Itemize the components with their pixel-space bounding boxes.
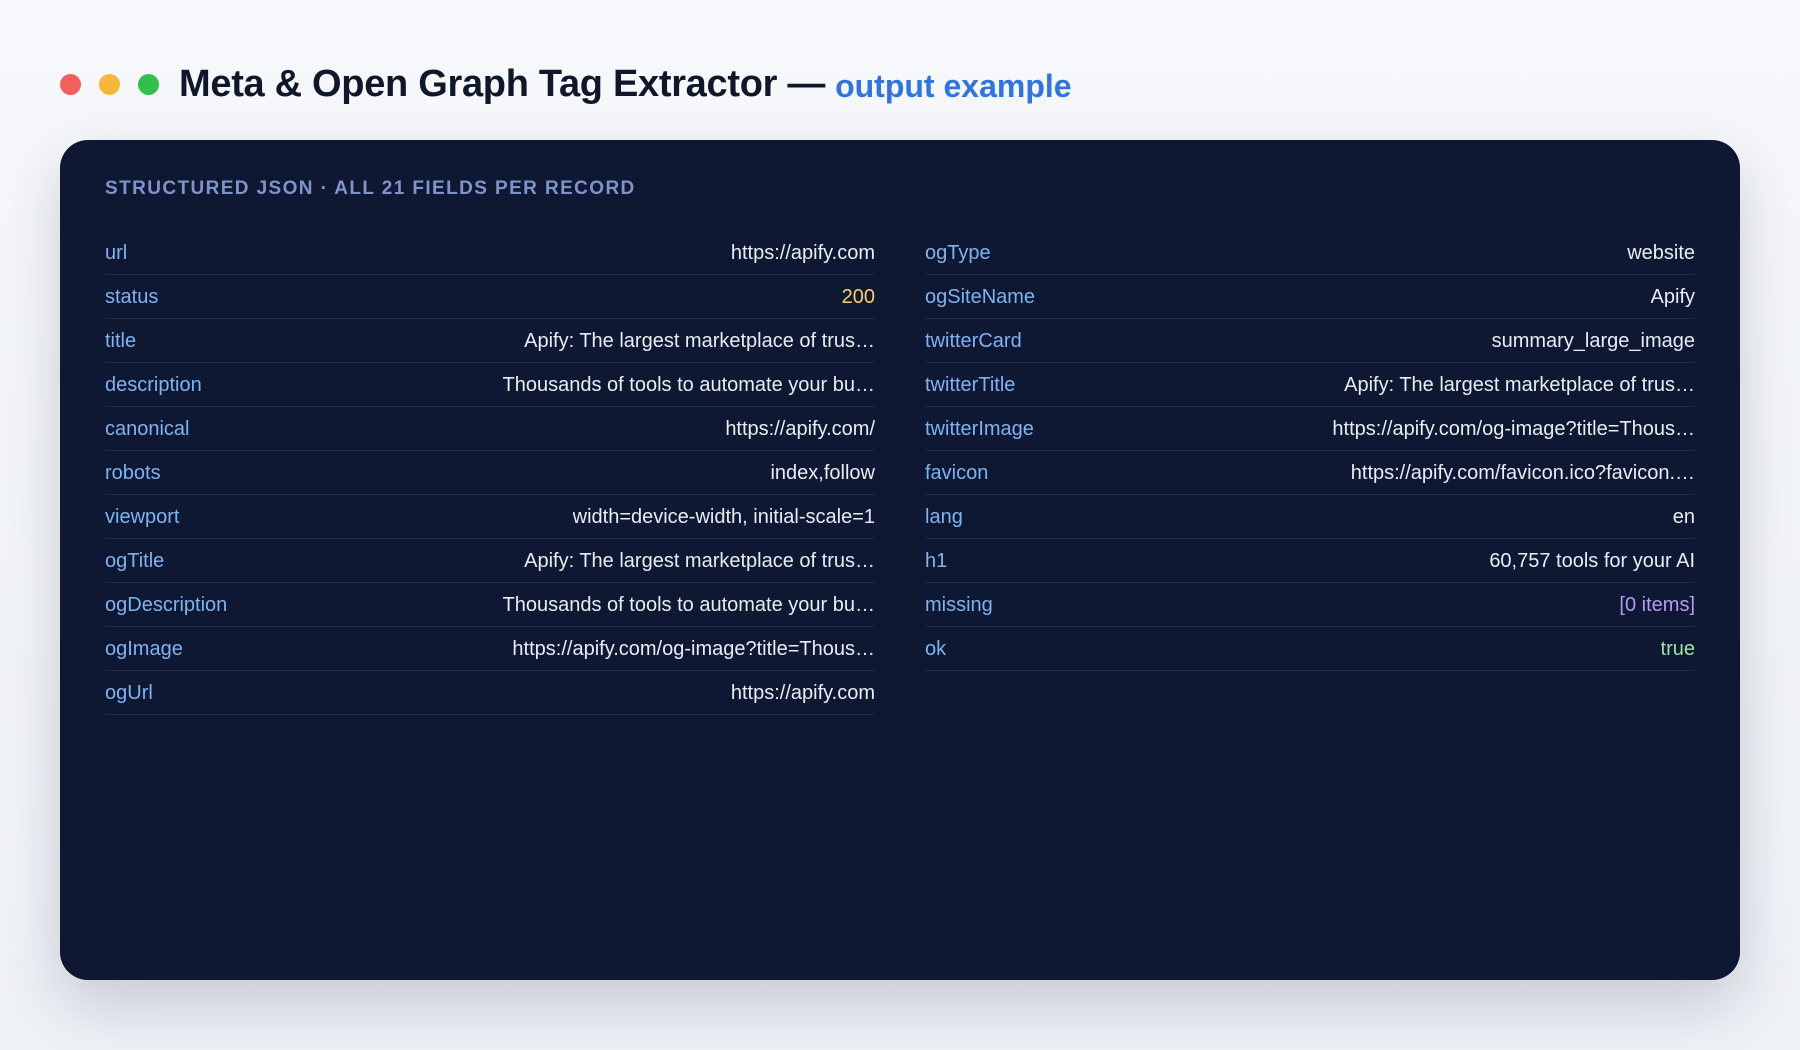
field-value: 200 bbox=[841, 286, 875, 308]
minimize-window-icon[interactable] bbox=[99, 73, 120, 95]
field-key: robots bbox=[105, 462, 161, 484]
field-row: favicon https://apify.com/favicon.ico?fav… bbox=[925, 451, 1695, 495]
field-key: description bbox=[105, 374, 202, 396]
field-key: ogSiteName bbox=[925, 286, 1036, 308]
page-title: Meta & Open Graph Tag Extractor — bbox=[179, 62, 826, 105]
field-row: ogType website bbox=[925, 231, 1695, 275]
field-key: viewport bbox=[105, 506, 180, 528]
field-key: missing bbox=[925, 594, 993, 616]
field-key: twitterImage bbox=[925, 418, 1034, 440]
field-value: https://apify.com/favicon.ico?favicon.… bbox=[1350, 462, 1695, 484]
field-row: ogSiteName Apify bbox=[925, 275, 1695, 319]
field-key: ogDescription bbox=[105, 594, 228, 616]
field-key: twitterCard bbox=[925, 330, 1022, 352]
close-window-icon[interactable] bbox=[60, 73, 81, 95]
field-key: ogTitle bbox=[105, 550, 165, 572]
field-value: https://apify.com/og-image?title=Thous… bbox=[1332, 418, 1695, 440]
field-row: status 200 bbox=[105, 275, 875, 319]
field-row: ogImage https://apify.com/og-image?title=… bbox=[105, 627, 875, 671]
field-value: website bbox=[1627, 242, 1695, 264]
field-key: status bbox=[105, 286, 159, 308]
field-key: title bbox=[105, 330, 137, 352]
page-subtitle: output example bbox=[835, 67, 1072, 104]
field-value: Apify: The largest marketplace of trus… bbox=[1344, 374, 1695, 396]
field-value: index,follow bbox=[770, 462, 875, 484]
field-key: twitterTitle bbox=[925, 374, 1016, 396]
fields-column-right: ogType website ogSiteName Apify twitterCard s… bbox=[925, 231, 1695, 671]
field-row: canonical https://apify.com/ bbox=[105, 407, 875, 451]
field-value: true bbox=[1660, 638, 1695, 660]
field-value: https://apify.com/og-image?title=Thous… bbox=[512, 638, 875, 660]
field-row: description Thousands of tools to automat… bbox=[105, 363, 875, 407]
field-value: https://apify.com/ bbox=[725, 418, 875, 440]
field-row: ok true bbox=[925, 627, 1695, 671]
field-key: url bbox=[105, 242, 128, 264]
page-header: Meta & Open Graph Tag Extractor — output… bbox=[60, 58, 1072, 110]
field-key: ogType bbox=[925, 242, 991, 264]
field-row: twitterCard summary_large_image bbox=[925, 319, 1695, 363]
field-row: url https://apify.com bbox=[105, 231, 875, 275]
field-value: width=device-width, initial-scale=1 bbox=[572, 506, 875, 528]
field-key: canonical bbox=[105, 418, 190, 440]
field-key: favicon bbox=[925, 462, 989, 484]
field-row: lang en bbox=[925, 495, 1695, 539]
fields-column-left: url https://apify.com status 200 title Apify:… bbox=[105, 231, 875, 715]
field-row: viewport width=device-width, initial-scal… bbox=[105, 495, 875, 539]
field-row: twitterTitle Apify: The largest marketpla… bbox=[925, 363, 1695, 407]
maximize-window-icon[interactable] bbox=[138, 73, 159, 95]
field-key: ogImage bbox=[105, 638, 183, 660]
field-key: h1 bbox=[925, 550, 948, 572]
field-value: summary_large_image bbox=[1491, 330, 1695, 352]
field-value: https://apify.com bbox=[730, 242, 875, 264]
field-value: Apify bbox=[1650, 286, 1695, 308]
field-value: Thousands of tools to automate your bu… bbox=[502, 374, 875, 396]
field-row: h1 60,757 tools for your AI bbox=[925, 539, 1695, 583]
field-row: ogDescription Thousands of tools to autom… bbox=[105, 583, 875, 627]
field-value: https://apify.com bbox=[730, 682, 875, 704]
field-key: ok bbox=[925, 638, 947, 660]
field-value: Thousands of tools to automate your bu… bbox=[502, 594, 875, 616]
field-value: 60,757 tools for your AI bbox=[1489, 550, 1695, 572]
field-value: en bbox=[1672, 506, 1695, 528]
field-value: Apify: The largest marketplace of trus… bbox=[524, 330, 875, 352]
field-row: title Apify: The largest marketplace of t… bbox=[105, 319, 875, 363]
field-key: lang bbox=[925, 506, 963, 528]
field-key: ogUrl bbox=[105, 682, 153, 704]
field-row: robots index,follow bbox=[105, 451, 875, 495]
field-value: [0 items] bbox=[1619, 594, 1695, 616]
json-output-card: STRUCTURED JSON · ALL 21 FIELDS PER RECO… bbox=[60, 140, 1740, 980]
field-row: missing [0 items] bbox=[925, 583, 1695, 627]
card-label: STRUCTURED JSON · ALL 21 FIELDS PER RECO… bbox=[105, 178, 636, 199]
field-value: Apify: The largest marketplace of trus… bbox=[524, 550, 875, 572]
field-row: twitterImage https://apify.com/og-image?t… bbox=[925, 407, 1695, 451]
field-row: ogUrl https://apify.com bbox=[105, 671, 875, 715]
field-row: ogTitle Apify: The largest marketplace of… bbox=[105, 539, 875, 583]
